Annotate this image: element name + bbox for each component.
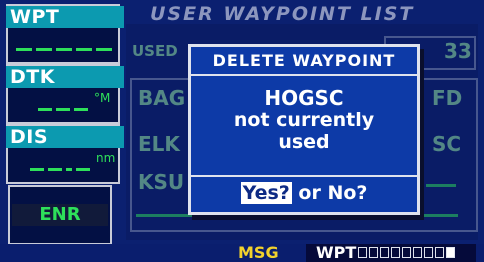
list-item[interactable]: BAG	[138, 86, 185, 110]
dtk-dash	[56, 108, 70, 111]
page-box	[446, 247, 455, 258]
dis-label: DIS	[6, 126, 124, 148]
page-box	[380, 247, 389, 258]
used-count: 33	[444, 39, 472, 63]
left-data-column: WPT DTK °M DIS nm ENR	[0, 0, 124, 262]
page-box	[435, 247, 444, 258]
wpt-field: WPT	[6, 4, 124, 64]
delete-waypoint-dialog: DELETE WAYPOINT HOGSC not currently used…	[188, 44, 420, 215]
page-group-indicator: WPT	[306, 243, 476, 262]
confirm-prompt: Yes? or No?	[191, 175, 417, 211]
cdi-mode: ENR	[12, 204, 108, 226]
dis-dash	[66, 168, 72, 171]
wpt-label: WPT	[6, 6, 124, 28]
no-option[interactable]: or No?	[292, 182, 367, 204]
page-box	[369, 247, 378, 258]
wpt-dash	[76, 48, 92, 51]
dtk-dash	[38, 108, 52, 111]
dis-unit: nm	[96, 151, 116, 165]
waypoint-name: HOGSC	[264, 86, 344, 110]
empty-row-dash	[426, 184, 456, 187]
dtk-label: DTK	[6, 66, 124, 88]
yes-button[interactable]: Yes?	[240, 182, 292, 204]
page-box	[402, 247, 411, 258]
wpt-dash	[96, 48, 112, 51]
dis-dash	[48, 168, 62, 171]
dialog-message: HOGSC not currently used	[191, 77, 417, 174]
message-line-1: not currently	[233, 109, 375, 131]
status-bar: MSG WPT	[0, 243, 484, 262]
page-title: USER WAYPOINT LIST	[150, 3, 415, 25]
dis-field: DIS nm	[6, 124, 124, 184]
list-item-right: FD	[432, 86, 463, 110]
dtk-unit: °M	[94, 91, 111, 105]
wpt-dash	[36, 48, 52, 51]
used-label: USED	[132, 42, 178, 60]
gps-screen: WPT DTK °M DIS nm ENR USER WAYPOINT LIST…	[0, 0, 484, 262]
list-item[interactable]: ELK	[138, 132, 180, 156]
dis-dash	[76, 168, 90, 171]
dtk-field: DTK °M	[6, 64, 124, 124]
page-position-indicator	[358, 247, 455, 258]
page-box	[413, 247, 422, 258]
dis-dash	[30, 168, 44, 171]
cdi-mode-box: ENR	[8, 185, 112, 245]
dtk-dash	[74, 108, 88, 111]
page-box	[424, 247, 433, 258]
list-item[interactable]: KSU	[138, 170, 184, 194]
wpt-dash	[16, 48, 32, 51]
page-group-label: WPT	[316, 243, 357, 262]
page-box	[391, 247, 400, 258]
list-item-right: SC	[432, 132, 462, 156]
empty-row-dash	[136, 214, 196, 217]
msg-annunciator[interactable]: MSG	[238, 243, 279, 262]
dialog-title: DELETE WAYPOINT	[191, 47, 417, 76]
page-box	[358, 247, 367, 258]
wpt-dash	[56, 48, 72, 51]
message-line-2: used	[278, 131, 330, 153]
